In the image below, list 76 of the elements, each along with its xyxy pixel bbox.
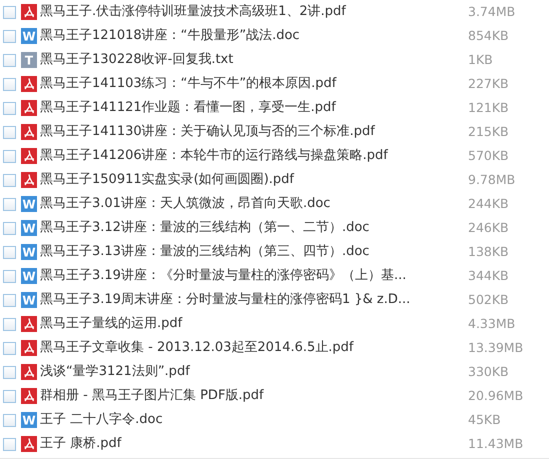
checkbox[interactable] (3, 270, 16, 282)
file-size: 244KB (468, 194, 509, 213)
file-name[interactable]: 黑马王子150911实盘实录(如何画圆圈).pdf (40, 170, 468, 190)
pdf-file-icon (21, 316, 37, 332)
checkbox[interactable] (3, 30, 16, 42)
checkbox[interactable] (3, 294, 16, 306)
pdf-file-icon (21, 148, 37, 164)
checkbox[interactable] (3, 414, 16, 426)
pdf-file-icon (21, 76, 37, 92)
file-name[interactable]: 黑马王子141121作业题：看懂一图，享受一生.pdf (40, 98, 468, 118)
checkbox[interactable] (3, 174, 16, 186)
file-size: 502KB (468, 290, 509, 309)
file-name[interactable]: 群相册 - 黑马王子图片汇集 PDF版.pdf (40, 386, 468, 406)
file-size: 570KB (468, 146, 509, 165)
checkbox[interactable] (3, 366, 16, 378)
file-size: 330KB (468, 362, 509, 381)
pdf-file-icon (21, 436, 37, 452)
checkbox[interactable] (3, 126, 16, 138)
file-size: 138KB (468, 242, 509, 261)
file-size: 11.43MB (468, 434, 524, 453)
file-name[interactable]: 黑马王子.伏击涨停特训班量波技术高级班1、2讲.pdf (40, 2, 468, 22)
file-size: 13.39MB (468, 338, 524, 357)
file-size: 121KB (468, 98, 509, 117)
file-name[interactable]: 黑马王子3.19周末讲座：分时量波与量柱的涨停密码1 }& z.D... (40, 290, 468, 310)
file-name[interactable]: 黑马王子量线的运用.pdf (40, 314, 468, 334)
file-name[interactable]: 黑马王子141103练习：“牛与不牛”的根本原因.pdf (40, 74, 468, 94)
file-size: 45KB (468, 410, 501, 429)
pdf-file-icon (21, 388, 37, 404)
file-size: 1KB (468, 50, 493, 69)
pdf-file-icon (21, 100, 37, 116)
checkbox[interactable] (3, 342, 16, 354)
file-name[interactable]: 黑马王子141130讲座：关于确认见顶与否的三个标准.pdf (40, 122, 468, 142)
file-size: 4.33MB (468, 314, 516, 333)
checkbox[interactable] (3, 102, 16, 114)
file-size: 227KB (468, 74, 509, 93)
pdf-file-icon (21, 172, 37, 188)
file-name[interactable]: 黑马王子3.01讲座：天人筑微波，昂首向天歌.doc (40, 194, 468, 214)
checkbox[interactable] (3, 438, 16, 450)
file-name[interactable]: 黑马王子130228收评-回复我.txt (40, 50, 468, 70)
checkbox[interactable] (3, 6, 16, 18)
checkbox[interactable] (3, 198, 16, 210)
file-size: 246KB (468, 218, 509, 237)
file-name[interactable]: 黑马王子141206讲座：本轮牛市的运行路线与操盘策略.pdf (40, 146, 468, 166)
file-size: 9.78MB (468, 170, 516, 189)
pdf-file-icon (21, 4, 37, 20)
checkbox[interactable] (3, 246, 16, 258)
text-file-icon: T (21, 52, 37, 68)
word-file-icon: W (21, 28, 37, 44)
checkbox[interactable] (3, 390, 16, 402)
file-size: 215KB (468, 122, 509, 141)
word-file-icon: W (21, 244, 37, 260)
word-file-icon: W (21, 196, 37, 212)
pdf-file-icon (21, 340, 37, 356)
file-name[interactable]: 黑马王子3.12讲座：量波的三线结构（第一、二节）.doc (40, 218, 468, 238)
checkbox[interactable] (3, 150, 16, 162)
checkbox[interactable] (3, 318, 16, 330)
pdf-file-icon (21, 364, 37, 380)
word-file-icon: W (21, 268, 37, 284)
file-name[interactable]: 黑马王子121018讲座：“牛股量形”战法.doc (40, 26, 468, 46)
file-name[interactable]: 浅谈“量学3121法则”.pdf (40, 362, 468, 382)
file-size: 20.96MB (468, 386, 524, 405)
checkbox[interactable] (3, 78, 16, 90)
file-name[interactable]: 黑马王子文章收集 - 2013.12.03起至2014.6.5止.pdf (40, 338, 468, 358)
word-file-icon: W (21, 292, 37, 308)
pdf-file-icon (21, 124, 37, 140)
file-size: 3.74MB (468, 2, 516, 21)
file-size: 854KB (468, 26, 509, 45)
file-name[interactable]: 黑马王子3.19讲座：《分时量波与量柱的涨停密码》（上）基... (40, 266, 468, 286)
file-name[interactable]: 王子 康桥.pdf (40, 434, 468, 454)
file-size: 344KB (468, 266, 509, 285)
checkbox[interactable] (3, 222, 16, 234)
word-file-icon: W (21, 412, 37, 428)
file-name[interactable]: 王子 二十八字令.doc (40, 410, 468, 430)
file-name[interactable]: 黑马王子3.13讲座：量波的三线结构（第三、四节）.doc (40, 242, 468, 262)
checkbox[interactable] (3, 54, 16, 66)
word-file-icon: W (21, 220, 37, 236)
